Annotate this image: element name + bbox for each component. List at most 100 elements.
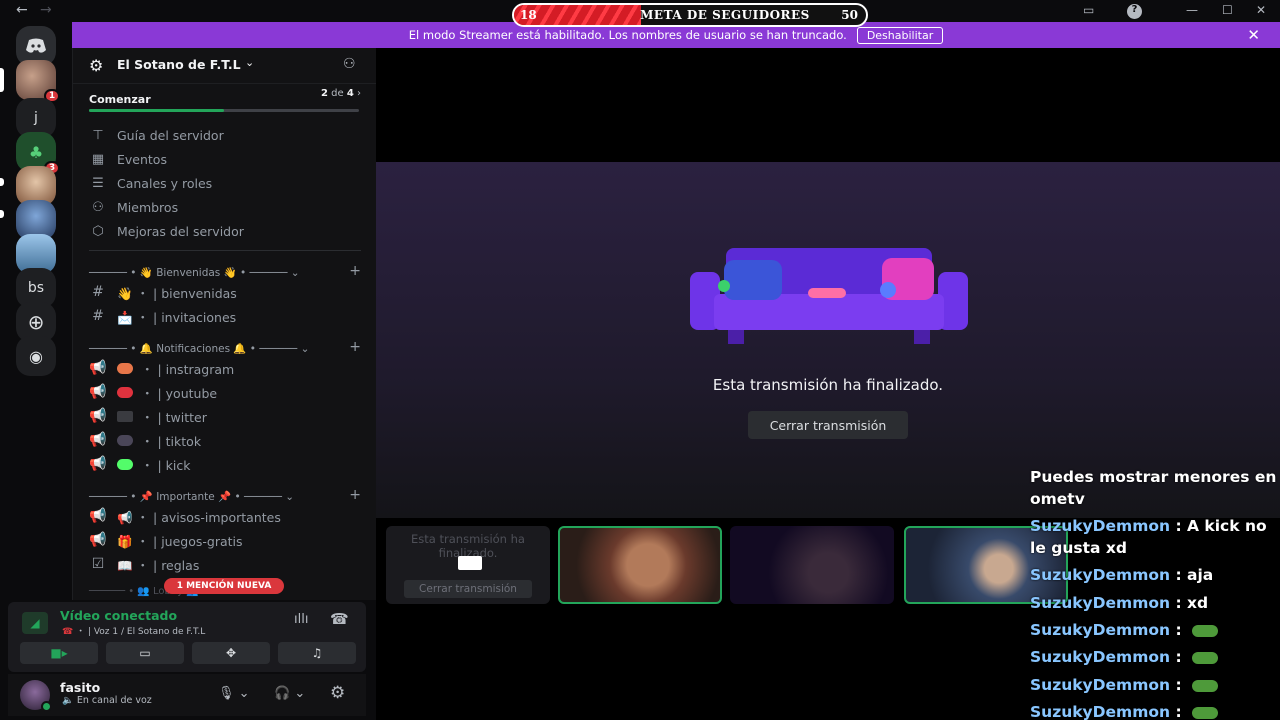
nav-channels-roles[interactable]: ☰ Canales y roles — [89, 172, 212, 194]
onboarding-progress-fill — [89, 109, 224, 112]
avatar[interactable] — [20, 680, 52, 712]
category-notificaciones[interactable]: ────── • 🔔 Notificaciones 🔔 • ────── ⌄ + — [89, 339, 361, 356]
nav-boosts[interactable]: ⬡ Mejoras del servidor — [89, 220, 244, 242]
server-icon-1[interactable]: 1 — [16, 60, 60, 103]
server-name: El Sotano de F.T.L — [117, 57, 241, 72]
invite-person-icon[interactable]: ⚇ — [343, 56, 356, 72]
ended-stream-tile[interactable]: Esta transmisión ha finalizado. Cerrar t… — [386, 526, 550, 604]
soundboard-icon: ♫ — [311, 646, 323, 660]
boost-gem-icon: ⬡ — [92, 223, 104, 239]
server-settings-icon: ⚙ — [89, 56, 104, 75]
back-arrow-icon[interactable]: ← — [16, 2, 28, 18]
phone-icon: ☎ — [62, 627, 74, 637]
participant-video-tile-2[interactable] — [730, 526, 894, 604]
noise-suppression-icon[interactable]: ıllı — [294, 612, 308, 627]
add-channel-icon[interactable]: + — [349, 263, 361, 279]
chat-message: SuzukyDemmon : — [1030, 701, 1280, 720]
follow-goal-current: 18 — [520, 8, 537, 22]
follow-goal-title: META DE SEGUIDORES — [640, 8, 810, 22]
pepe-emote-icon — [1191, 624, 1218, 637]
sidebar-divider — [89, 250, 361, 251]
monitor-icon — [458, 556, 482, 570]
channel-instragram[interactable]: 📢 ・ | instragram — [89, 357, 361, 379]
inbox-icon[interactable]: ▭ — [1083, 3, 1094, 17]
activities-icon: ✥ — [225, 646, 237, 660]
channel-bienvenidas[interactable]: # 👋 ・ | bienvenidas — [89, 281, 361, 303]
close-window-icon[interactable]: ✕ — [1256, 3, 1266, 17]
user-panel: fasito 🔈 En canal de voz 🎙 ⌄ 🎧 ⌄ ⚙ — [8, 674, 366, 716]
maximize-icon[interactable]: ☐ — [1222, 3, 1233, 17]
disconnect-icon[interactable]: ☎ — [330, 610, 349, 628]
tile-close-stream-button[interactable]: Cerrar transmisión — [404, 580, 532, 598]
screen-share-button[interactable]: ▭ — [106, 642, 184, 664]
close-icon[interactable]: ✕ — [1247, 26, 1260, 44]
channel-avisos-importantes[interactable]: 📢 📢 ・ | avisos-importantes — [89, 505, 361, 527]
help-icon[interactable]: ? — [1127, 4, 1142, 19]
chat-message: SuzukyDemmon : xd — [1030, 594, 1209, 612]
new-mention-pill[interactable]: 1 MENCIÓN NUEVA — [164, 578, 284, 594]
category-bienvenidas[interactable]: ────── • 👋 Bienvenidas 👋 • ────── ⌄ + — [89, 263, 361, 280]
tree-icon: ♣ — [28, 142, 44, 162]
category-importante[interactable]: ────── • 📌 Importante 📌 • ────── ⌄ + — [89, 487, 361, 504]
discord-logo-icon — [26, 38, 46, 53]
tiktok-emoji-icon — [117, 434, 133, 446]
channel-youtube[interactable]: 📢 ・ | youtube — [89, 381, 361, 403]
instagram-emoji-icon — [117, 362, 133, 374]
server-header[interactable]: ⚙ El Sotano de F.T.L ⌄ ⚇ — [73, 48, 377, 84]
add-channel-icon[interactable]: + — [349, 339, 361, 355]
discover-button[interactable]: ◉ — [16, 336, 56, 376]
camera-icon: ■▸ — [50, 646, 68, 660]
chevron-down-icon: ⌄ — [245, 56, 255, 69]
onboarding-progress-track — [89, 109, 359, 112]
activities-button[interactable]: ✥ — [192, 642, 270, 664]
close-stream-button[interactable]: Cerrar transmisión — [748, 411, 908, 439]
streamer-mode-text: El modo Streamer está habilitado. Los no… — [408, 28, 847, 42]
minimize-icon[interactable]: — — [1186, 3, 1198, 17]
twitter-emoji-icon — [117, 410, 133, 422]
nav-events[interactable]: ▦ Eventos — [89, 148, 167, 170]
nav-members[interactable]: ⚇ Miembros — [89, 196, 178, 218]
channel-sidebar: ⚙ El Sotano de F.T.L ⌄ ⚇ Comenzar 2 de 4… — [72, 48, 377, 600]
pepe-emote-icon — [1191, 706, 1218, 719]
username[interactable]: fasito — [60, 680, 100, 695]
unread-pill-2 — [0, 210, 4, 218]
couch-illustration — [690, 248, 968, 344]
plus-icon: ⊕ — [27, 310, 45, 334]
channel-invitaciones[interactable]: # 📩 ・ | invitaciones — [89, 305, 361, 327]
unread-pill — [0, 178, 4, 186]
announcement-icon: 📢 — [89, 508, 107, 524]
channel-twitter[interactable]: 📢 ・ | twitter — [89, 405, 361, 427]
follow-goal-target: 50 — [841, 8, 858, 22]
voice-status[interactable]: Vídeo conectado — [60, 608, 177, 623]
rules-icon: ☑ — [91, 556, 105, 572]
add-channel-icon[interactable]: + — [349, 487, 361, 503]
online-status-dot — [41, 701, 52, 712]
camera-button[interactable]: ■▸ — [20, 642, 98, 664]
pepe-emote-icon — [1191, 679, 1218, 692]
channel-kick[interactable]: 📢 ・ | kick — [89, 453, 361, 475]
announcement-icon: 📢 — [89, 532, 107, 548]
channel-juegos-gratis[interactable]: 📢 🎁 ・ | juegos-gratis — [89, 529, 361, 551]
channel-tiktok[interactable]: 📢 ・ | tiktok — [89, 429, 361, 451]
signal-icon[interactable]: ◢ — [22, 612, 48, 634]
text-channel-icon: # — [92, 308, 104, 324]
chat-message: SuzukyDemmon : aja — [1030, 566, 1214, 584]
participant-video-tile-1[interactable] — [558, 526, 722, 604]
channel-reglas[interactable]: ☑ 📖 ・ | reglas — [89, 553, 361, 575]
selected-server-pill — [0, 68, 4, 92]
microphone-icon[interactable]: 🎙 ⌄ — [218, 686, 250, 701]
forward-arrow-icon[interactable]: → — [40, 2, 52, 18]
disable-streamer-button[interactable]: Deshabilitar — [856, 26, 944, 44]
nav-server-guide[interactable]: ⊤ Guía del servidor — [89, 124, 223, 146]
compass-icon: ◉ — [29, 346, 43, 366]
announcement-icon: 📢 — [89, 456, 107, 472]
headphones-icon[interactable]: 🎧 ⌄ — [274, 686, 305, 701]
stream-ended-text: Esta transmisión ha finalizado. — [712, 376, 944, 394]
user-status: 🔈 En canal de voz — [62, 695, 152, 706]
user-settings-gear-icon[interactable]: ⚙ — [330, 683, 345, 703]
onboarding-progress[interactable]: Comenzar 2 de 4 › — [89, 88, 361, 112]
soundboard-button[interactable]: ♫ — [278, 642, 356, 664]
chat-message: SuzukyDemmon : A kick no le gusta xd — [1030, 517, 1267, 557]
onboarding-count: 2 de 4 › — [321, 88, 361, 99]
voice-location[interactable]: ☎ ・ | Voz 1 / El Sotano de F.T.L — [62, 624, 205, 637]
